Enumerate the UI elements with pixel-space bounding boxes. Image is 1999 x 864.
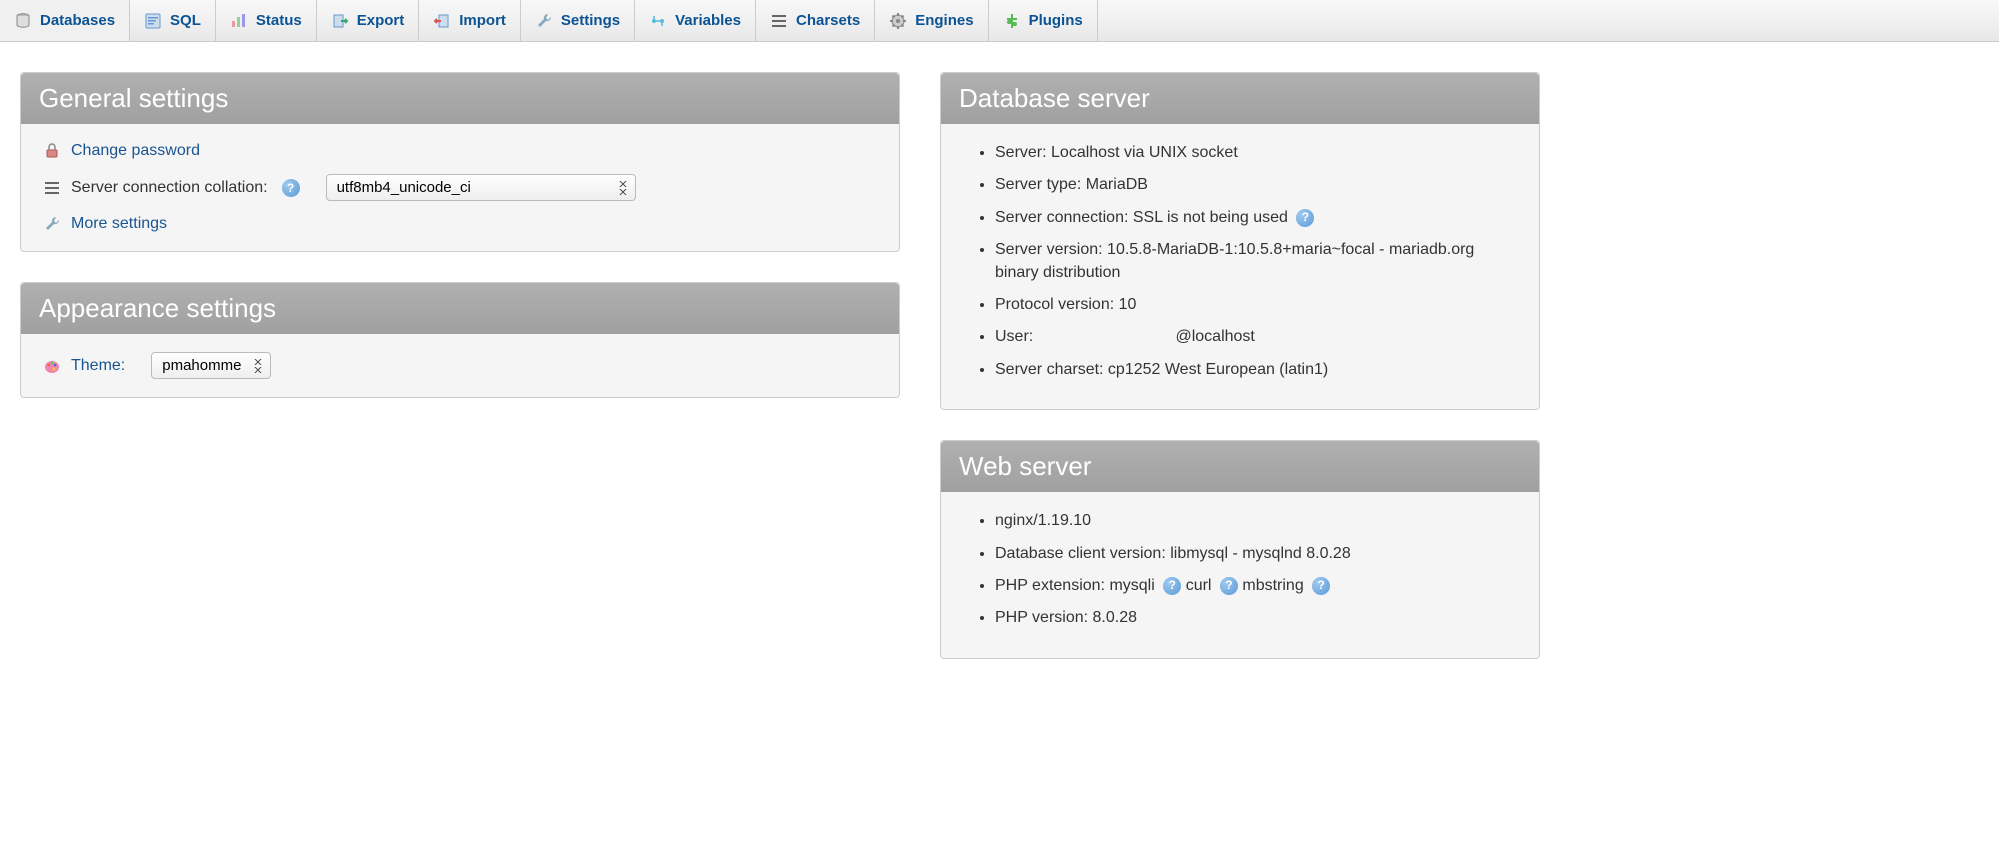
- plugins-icon: [1003, 12, 1021, 30]
- theme-label[interactable]: Theme:: [71, 357, 125, 375]
- list-item: PHP version: 8.0.28: [995, 607, 1517, 629]
- sql-icon: [144, 12, 162, 30]
- help-icon[interactable]: ?: [282, 179, 300, 197]
- list-item: Server version: 10.5.8-MariaDB-1:10.5.8+…: [995, 239, 1517, 284]
- web-server-panel: Web server nginx/1.19.10 Database client…: [940, 440, 1540, 659]
- list-item: Protocol version: 10: [995, 294, 1517, 316]
- collation-label: Server connection collation:: [71, 179, 268, 197]
- db-server-info-list: Server: Localhost via UNIX socket Server …: [963, 142, 1517, 381]
- nav-sql[interactable]: SQL: [130, 0, 216, 41]
- database-server-panel: Database server Server: Localhost via UN…: [940, 72, 1540, 410]
- nav-export[interactable]: Export: [317, 0, 420, 41]
- theme-select[interactable]: pmahomme: [151, 352, 271, 379]
- nav-import[interactable]: Import: [419, 0, 521, 41]
- nav-settings[interactable]: Settings: [521, 0, 635, 41]
- nav-charsets[interactable]: Charsets: [756, 0, 875, 41]
- settings-icon: [535, 12, 553, 30]
- list-item: PHP extension: mysqli ? curl ? mbstring …: [995, 575, 1517, 597]
- nav-label: Charsets: [796, 12, 860, 29]
- panel-title: Database server: [941, 73, 1539, 124]
- php-extension: mbstring: [1242, 577, 1303, 594]
- more-settings-link[interactable]: More settings: [71, 215, 167, 233]
- charsets-icon: [770, 12, 788, 30]
- nav-label: Status: [256, 12, 302, 29]
- change-password-link[interactable]: Change password: [71, 142, 200, 160]
- appearance-settings-panel: Appearance settings Theme: pmahomme: [20, 282, 900, 398]
- help-icon[interactable]: ?: [1163, 577, 1181, 595]
- database-icon: [14, 12, 32, 30]
- nav-label: Engines: [915, 12, 973, 29]
- list-item: User: @localhost: [995, 326, 1517, 348]
- list-item: Server: Localhost via UNIX socket: [995, 142, 1517, 164]
- engines-icon: [889, 12, 907, 30]
- help-icon[interactable]: ?: [1312, 577, 1330, 595]
- nav-label: SQL: [170, 12, 201, 29]
- wrench-icon: [43, 215, 61, 233]
- collation-icon: [43, 179, 61, 197]
- top-navigation: Databases SQL Status Export Import Settings Va…: [0, 0, 1999, 42]
- panel-title: Web server: [941, 441, 1539, 492]
- nav-label: Databases: [40, 12, 115, 29]
- nav-databases[interactable]: Databases: [0, 0, 130, 41]
- lock-icon: [43, 142, 61, 160]
- nav-label: Variables: [675, 12, 741, 29]
- list-item: Server type: MariaDB: [995, 174, 1517, 196]
- export-icon: [331, 12, 349, 30]
- nav-label: Settings: [561, 12, 620, 29]
- variables-icon: [649, 12, 667, 30]
- list-item: Server connection: SSL is not being used…: [995, 207, 1517, 229]
- help-icon[interactable]: ?: [1220, 577, 1238, 595]
- palette-icon: [43, 357, 61, 375]
- collation-select[interactable]: utf8mb4_unicode_ci: [326, 174, 636, 201]
- nav-label: Plugins: [1029, 12, 1083, 29]
- list-item: Database client version: libmysql - mysq…: [995, 543, 1517, 565]
- php-extension: curl: [1186, 577, 1212, 594]
- nav-status[interactable]: Status: [216, 0, 317, 41]
- web-server-info-list: nginx/1.19.10 Database client version: l…: [963, 510, 1517, 630]
- nav-engines[interactable]: Engines: [875, 0, 988, 41]
- list-item: Server charset: cp1252 West European (la…: [995, 359, 1517, 381]
- panel-title: Appearance settings: [21, 283, 899, 334]
- php-extension: mysqli: [1109, 577, 1154, 594]
- help-icon[interactable]: ?: [1296, 209, 1314, 227]
- nav-label: Export: [357, 12, 405, 29]
- nav-variables[interactable]: Variables: [635, 0, 756, 41]
- import-icon: [433, 12, 451, 30]
- main-content: General settings Change password Server …: [0, 42, 1999, 719]
- panel-title: General settings: [21, 73, 899, 124]
- nav-plugins[interactable]: Plugins: [989, 0, 1098, 41]
- status-icon: [230, 12, 248, 30]
- list-item: nginx/1.19.10: [995, 510, 1517, 532]
- general-settings-panel: General settings Change password Server …: [20, 72, 900, 252]
- nav-label: Import: [459, 12, 506, 29]
